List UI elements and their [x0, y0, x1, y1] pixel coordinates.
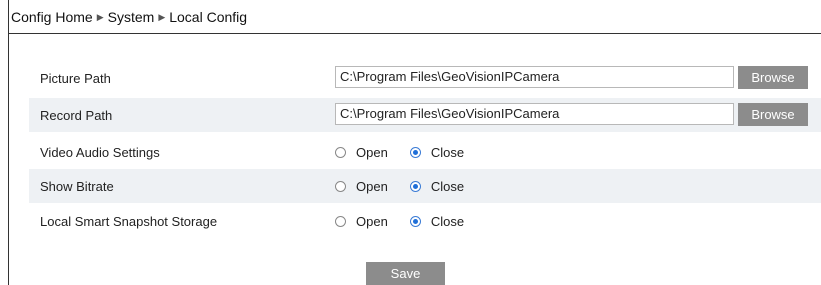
video-audio-open-label: Open — [356, 144, 388, 160]
show-bitrate-open-label: Open — [356, 178, 388, 194]
video-audio-label: Video Audio Settings — [40, 144, 160, 160]
smart-snapshot-label: Local Smart Snapshot Storage — [40, 213, 218, 229]
video-audio-open-option[interactable]: Open — [335, 145, 388, 160]
show-bitrate-row: Show Bitrate Open Close — [29, 169, 821, 203]
breadcrumb-system[interactable]: System — [108, 9, 155, 25]
video-audio-close-option[interactable]: Close — [409, 144, 465, 160]
show-bitrate-close-label: Close — [430, 178, 465, 194]
smart-snapshot-row: Local Smart Snapshot Storage Open Close — [29, 204, 821, 238]
picture-path-label: Picture Path — [40, 70, 111, 86]
save-button[interactable]: Save — [366, 262, 445, 285]
record-path-field[interactable]: C:\Program Files\GeoVisionIPCamera — [335, 103, 734, 125]
show-bitrate-close-radio[interactable] — [409, 180, 421, 192]
picture-path-browse-button[interactable]: Browse — [738, 66, 808, 89]
video-audio-close-radio[interactable] — [409, 146, 421, 158]
frame-left-border — [8, 0, 9, 285]
record-path-browse-button[interactable]: Browse — [738, 103, 808, 126]
header-divider — [8, 33, 821, 34]
record-path-row: Record Path C:\Program Files\GeoVisionIP… — [29, 98, 821, 132]
video-audio-open-radio[interactable] — [335, 146, 346, 158]
breadcrumb-config-home[interactable]: Config Home — [11, 9, 93, 25]
video-audio-row: Video Audio Settings Open Close — [29, 135, 821, 169]
video-audio-close-label: Close — [430, 144, 465, 160]
show-bitrate-radio-group: Open Close — [335, 179, 486, 194]
smart-snapshot-open-label: Open — [356, 213, 388, 229]
breadcrumb-local-config: Local Config — [169, 9, 248, 25]
breadcrumb-separator-icon: ▶ — [96, 11, 104, 22]
smart-snapshot-close-label: Close — [430, 213, 465, 229]
picture-path-field[interactable]: C:\Program Files\GeoVisionIPCamera — [335, 66, 734, 88]
show-bitrate-close-option[interactable]: Close — [409, 178, 465, 194]
video-audio-radio-group: Open Close — [335, 145, 486, 160]
show-bitrate-label: Show Bitrate — [40, 178, 114, 194]
smart-snapshot-open-option[interactable]: Open — [335, 214, 388, 229]
breadcrumb: Config Home ▶ System ▶ Local Config — [11, 9, 247, 25]
smart-snapshot-radio-group: Open Close — [335, 214, 486, 229]
smart-snapshot-close-radio[interactable] — [409, 215, 421, 227]
breadcrumb-separator-icon: ▶ — [158, 11, 166, 22]
show-bitrate-open-option[interactable]: Open — [335, 179, 388, 194]
picture-path-row: Picture Path C:\Program Files\GeoVisionI… — [29, 61, 821, 95]
record-path-label: Record Path — [40, 107, 113, 123]
smart-snapshot-close-option[interactable]: Close — [409, 213, 465, 229]
show-bitrate-open-radio[interactable] — [335, 180, 346, 192]
smart-snapshot-open-radio[interactable] — [335, 215, 346, 227]
